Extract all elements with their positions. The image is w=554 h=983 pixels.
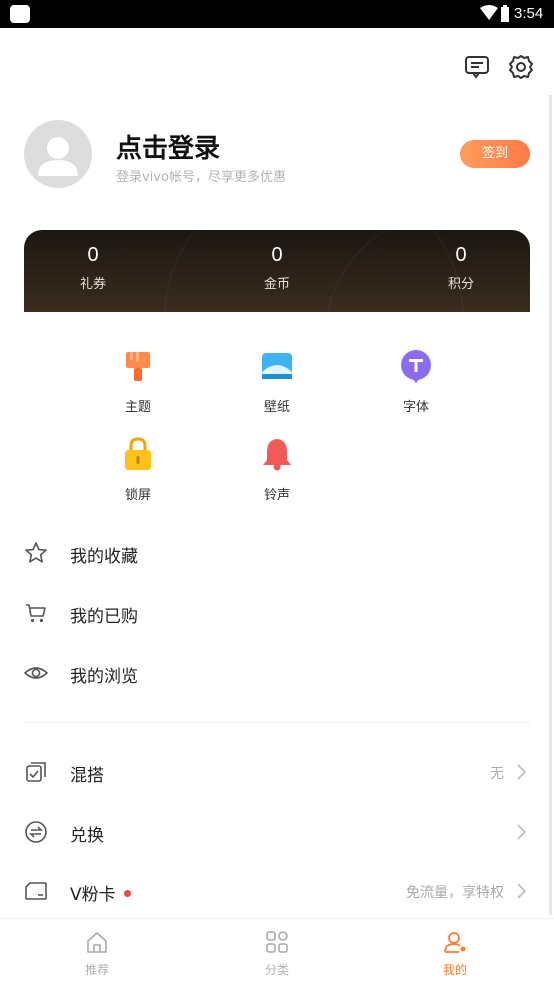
stat-label: 礼券 (79, 277, 106, 292)
gear-icon[interactable] (508, 54, 534, 80)
chevron-right-icon (517, 883, 527, 899)
nav-tab-label: 我的 (442, 963, 467, 977)
feature-wallpaper[interactable]: 壁纸 (237, 348, 317, 415)
section-divider (24, 722, 530, 723)
stat-label: 积分 (447, 277, 474, 292)
feature-font[interactable]: 字体 (376, 348, 456, 415)
notification-dot (123, 889, 131, 897)
battery-icon (501, 5, 509, 22)
menu-item-history[interactable]: 我的浏览 (24, 653, 530, 693)
chevron-right-icon (517, 824, 527, 840)
menu-item-purchased[interactable]: 我的已购 (24, 593, 530, 633)
lock-icon (125, 437, 151, 470)
feature-lockscreen[interactable]: 锁屏 (98, 436, 178, 503)
settings-item-value: 无 (490, 766, 504, 782)
settings-item-label: V粉卡 (70, 880, 131, 905)
stat-coupons[interactable]: 0 礼券 (28, 244, 158, 292)
bell-icon (263, 439, 291, 471)
message-icon[interactable] (464, 54, 490, 80)
wifi-icon (480, 5, 498, 20)
card-icon (25, 882, 47, 900)
settings-item-exchange[interactable]: 兑换 (24, 812, 530, 852)
mix-icon (26, 762, 46, 782)
settings-item-mix[interactable]: 混搭 无 (24, 752, 530, 792)
header-actions (464, 54, 534, 80)
home-icon (87, 932, 107, 953)
nav-tab-category[interactable]: 分类 (232, 929, 322, 978)
stat-coins[interactable]: 0 金币 (212, 244, 342, 292)
font-icon (401, 350, 431, 383)
category-icon (266, 931, 288, 953)
nav-tab-recommend[interactable]: 推荐 (52, 929, 142, 978)
feature-ringtone[interactable]: 铃声 (237, 436, 317, 503)
settings-item-label: 混搭 (70, 766, 104, 786)
menu-item-label: 我的收藏 (70, 547, 138, 567)
notification-icon (10, 5, 30, 23)
feature-label: 壁纸 (263, 400, 290, 415)
feature-label: 字体 (402, 400, 429, 415)
exchange-icon (25, 821, 47, 843)
settings-item-label: 兑换 (70, 826, 104, 846)
profile-icon (444, 932, 466, 953)
stats-card: 0 礼券 0 金币 0 积分 (24, 230, 530, 312)
menu-item-label: 我的浏览 (70, 667, 138, 687)
profile-header: 点击登录 登录vivo帐号，尽享更多优惠 签到 (24, 120, 530, 190)
menu-item-favorites[interactable]: 我的收藏 (24, 533, 530, 573)
stat-value: 0 (271, 244, 283, 266)
settings-item-value: 免流量，享特权 (406, 885, 504, 901)
feature-theme[interactable]: 主题 (98, 348, 178, 415)
menu-item-label: 我的已购 (70, 607, 138, 627)
star-icon (25, 542, 47, 563)
default-avatar-icon (38, 137, 78, 176)
login-subtitle: 登录vivo帐号，尽享更多优惠 (116, 170, 286, 185)
wallpaper-icon (262, 353, 292, 379)
settings-item-vcard[interactable]: V粉卡 免流量，享特权 (24, 871, 530, 911)
stat-value: 0 (87, 244, 99, 266)
feature-label: 主题 (124, 400, 151, 415)
clock: 3:54 (514, 5, 544, 22)
stat-points[interactable]: 0 积分 (396, 244, 526, 292)
nav-tab-mine[interactable]: 我的 (410, 929, 500, 978)
stat-label: 金币 (263, 277, 290, 292)
scrollbar[interactable] (549, 95, 552, 915)
feature-label: 铃声 (263, 488, 290, 503)
chevron-right-icon (517, 764, 527, 780)
login-title[interactable]: 点击登录 (116, 128, 220, 165)
nav-tab-label: 推荐 (84, 963, 109, 977)
eye-icon (24, 667, 48, 679)
avatar[interactable] (24, 120, 92, 188)
stat-value: 0 (455, 244, 467, 266)
paint-brush-icon (126, 352, 150, 381)
bottom-nav: 推荐 分类 我的 (0, 918, 554, 983)
nav-tab-label: 分类 (264, 963, 289, 977)
status-bar: 3:54 (0, 0, 554, 28)
signin-button[interactable]: 签到 (460, 140, 530, 168)
vcard-label-text: V粉卡 (70, 885, 116, 905)
cart-icon (26, 604, 46, 623)
feature-label: 锁屏 (124, 488, 151, 503)
